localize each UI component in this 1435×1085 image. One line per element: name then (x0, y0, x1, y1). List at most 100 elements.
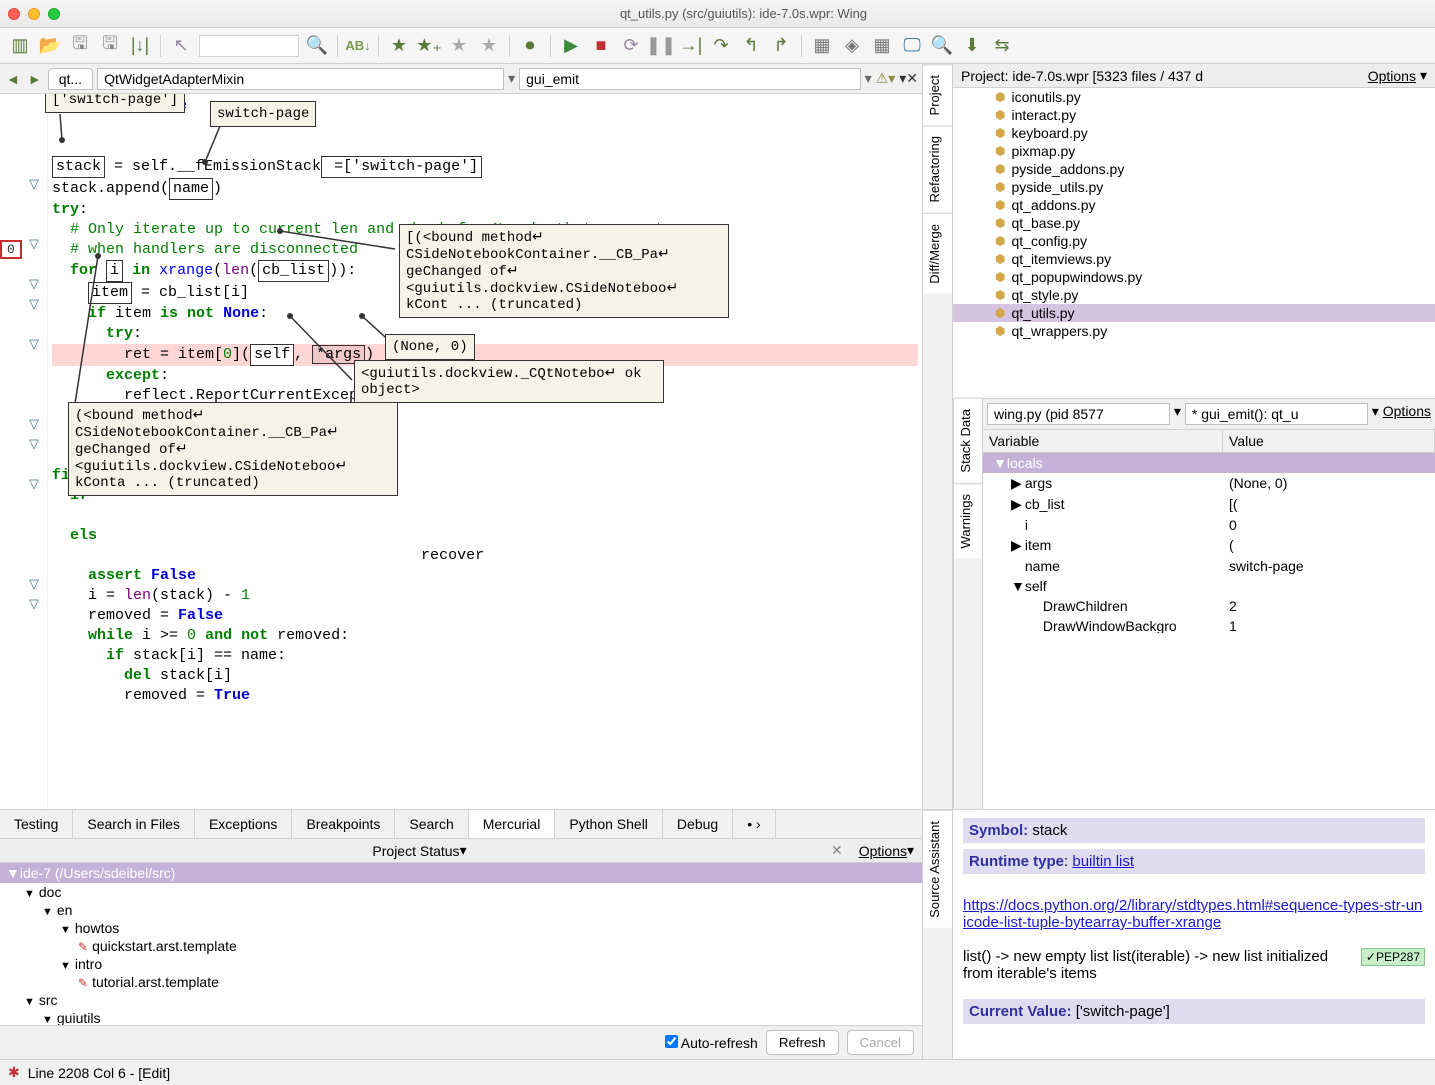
step-icon[interactable]: ↱ (769, 34, 793, 58)
ab-icon[interactable]: AB↓ (346, 34, 370, 58)
stack-row[interactable]: ▶ args(None, 0) (983, 473, 1435, 494)
fold-icon[interactable]: ▽ (0, 476, 47, 496)
frame-selector[interactable]: * gui_emit(): qt_u (1185, 403, 1368, 425)
nav-fwd-icon[interactable]: ► (26, 71, 44, 87)
stack-row[interactable]: ▶ item( (983, 535, 1435, 556)
panel-close-icon[interactable]: ✕ (831, 842, 843, 859)
project-file-item[interactable]: ⬢iconutils.py (953, 88, 1435, 106)
docs-link[interactable]: https://docs.python.org/2/library/stdtyp… (963, 897, 1425, 931)
stack-row[interactable]: ▶ cb_list[( (983, 494, 1435, 515)
stack-data-table[interactable]: Variable Value ▼ locals▶ args(None, 0)▶ … (983, 430, 1435, 633)
method-selector[interactable]: gui_emit (519, 68, 861, 90)
download-icon[interactable]: ⬇ (960, 34, 984, 58)
panel1-icon[interactable]: ▦ (810, 34, 834, 58)
tree-item[interactable]: doc (0, 883, 922, 901)
record-icon[interactable]: ⏺ (518, 34, 542, 58)
mercurial-subhead[interactable]: Project Status (372, 843, 459, 859)
tree-item[interactable]: guiutils (0, 1009, 922, 1025)
monitor-icon[interactable]: 🖵 (900, 34, 924, 58)
cursor-icon[interactable]: ↖ (169, 34, 193, 58)
tree-item[interactable]: tutorial.arst.template (0, 973, 922, 991)
tab-close-icon[interactable]: ▾✕ (899, 70, 918, 87)
restart-icon[interactable]: ⟳ (619, 34, 643, 58)
close-icon[interactable] (8, 8, 20, 20)
project-file-item[interactable]: ⬢qt_utils.py (953, 304, 1435, 322)
process-selector[interactable]: wing.py (pid 8577 (987, 403, 1170, 425)
bottom-tab-mercurial[interactable]: Mercurial (469, 810, 556, 838)
vtab-source-assistant[interactable]: Source Assistant (923, 810, 952, 928)
mercurial-options[interactable]: Options (859, 843, 907, 859)
fold-icon[interactable]: ▽ (0, 276, 47, 296)
file-tab[interactable]: qt... (48, 68, 93, 90)
tree-item[interactable]: quickstart.arst.template (0, 937, 922, 955)
step-in-icon[interactable]: →| (679, 34, 703, 58)
indent-icon[interactable]: |↓| (128, 34, 152, 58)
tree-header[interactable]: ▼ide-7 (/Users/sdeibel/src) (0, 863, 922, 883)
fold-icon[interactable]: ▽ (0, 416, 47, 436)
step-out-icon[interactable]: ↰ (739, 34, 763, 58)
project-file-item[interactable]: ⬢qt_itemviews.py (953, 250, 1435, 268)
fold-icon[interactable]: ▽ (0, 176, 47, 196)
vcs-tree[interactable]: ▼ide-7 (/Users/sdeibel/src) docenhowtosq… (0, 863, 922, 1025)
save-all-icon[interactable]: 🖫 (98, 34, 122, 58)
col-variable[interactable]: Variable (983, 430, 1223, 452)
tree-item[interactable]: intro (0, 955, 922, 973)
fold-icon[interactable]: ▽ (0, 596, 47, 616)
fold-icon[interactable]: ▽ (0, 576, 47, 596)
new-file-icon[interactable]: ▥ (8, 34, 32, 58)
bottom-tab-breakpoints[interactable]: Breakpoints (292, 810, 395, 838)
project-file-item[interactable]: ⬢pyside_addons.py (953, 160, 1435, 178)
bookmark-icon[interactable]: ★ (387, 34, 411, 58)
project-file-item[interactable]: ⬢interact.py (953, 106, 1435, 124)
tree-item[interactable]: en (0, 901, 922, 919)
refresh-button[interactable]: Refresh (766, 1030, 839, 1055)
project-options[interactable]: Options (1368, 68, 1416, 84)
project-file-item[interactable]: ⬢qt_popupwindows.py (953, 268, 1435, 286)
sync-icon[interactable]: ⇆ (990, 34, 1014, 58)
project-file-item[interactable]: ⬢qt_base.py (953, 214, 1435, 232)
stack-row[interactable]: DrawChildren2 (983, 596, 1435, 616)
auto-refresh-checkbox[interactable]: Auto-refresh (665, 1035, 758, 1051)
tree-item[interactable]: src (0, 991, 922, 1009)
project-file-item[interactable]: ⬢qt_style.py (953, 286, 1435, 304)
bug-icon[interactable]: ✱ (8, 1064, 20, 1081)
goto-input[interactable] (199, 35, 299, 57)
dropdown-icon[interactable]: ▾ (865, 70, 872, 87)
panel3-icon[interactable]: ▦ (870, 34, 894, 58)
bookmark-add-icon[interactable]: ★₊ (417, 34, 441, 58)
bottom-tab-testing[interactable]: Testing (0, 810, 73, 838)
stop-icon[interactable]: ■ (589, 34, 613, 58)
tree-item[interactable]: howtos (0, 919, 922, 937)
step-over-icon[interactable]: ↷ (709, 34, 733, 58)
zoom-icon[interactable]: 🔍 (930, 34, 954, 58)
runtime-type-link[interactable]: builtin list (1072, 853, 1134, 870)
stack-row[interactable]: nameswitch-page (983, 556, 1435, 576)
bookmark-prev-icon[interactable]: ★ (447, 34, 471, 58)
bottom-tab-search-in-files[interactable]: Search in Files (73, 810, 195, 838)
vtab-project[interactable]: Project (923, 64, 952, 125)
warning-icon[interactable]: ⚠▾ (876, 70, 896, 87)
vtab-stack-data[interactable]: Stack Data (954, 398, 982, 483)
bottom-tab-debug[interactable]: Debug (663, 810, 733, 838)
stack-row[interactable]: ▼ self (983, 576, 1435, 596)
panel2-icon[interactable]: ◈ (840, 34, 864, 58)
bookmark-next-icon[interactable]: ★ (477, 34, 501, 58)
vtab-warnings[interactable]: Warnings (954, 483, 982, 558)
fold-icon[interactable]: ▽ (0, 336, 47, 356)
stack-row[interactable]: i0 (983, 515, 1435, 535)
fold-icon[interactable]: ▽ (0, 436, 47, 456)
class-selector[interactable]: QtWidgetAdapterMixin (97, 68, 504, 90)
stack-row[interactable]: DrawWindowBackgro1 (983, 616, 1435, 633)
nav-back-icon[interactable]: ◄ (4, 71, 22, 87)
bottom-tab-exceptions[interactable]: Exceptions (195, 810, 292, 838)
project-file-item[interactable]: ⬢keyboard.py (953, 124, 1435, 142)
search-icon[interactable]: 🔍 (305, 34, 329, 58)
vtab-refactoring[interactable]: Refactoring (923, 125, 952, 212)
project-file-item[interactable]: ⬢pixmap.py (953, 142, 1435, 160)
project-file-item[interactable]: ⬢qt_addons.py (953, 196, 1435, 214)
stack-row[interactable]: ▼ locals (983, 453, 1435, 473)
maximize-icon[interactable] (48, 8, 60, 20)
bottom-tab-more[interactable]: • › (733, 810, 775, 838)
save-icon[interactable]: 🖫 (68, 34, 92, 58)
pause-icon[interactable]: ❚❚ (649, 34, 673, 58)
